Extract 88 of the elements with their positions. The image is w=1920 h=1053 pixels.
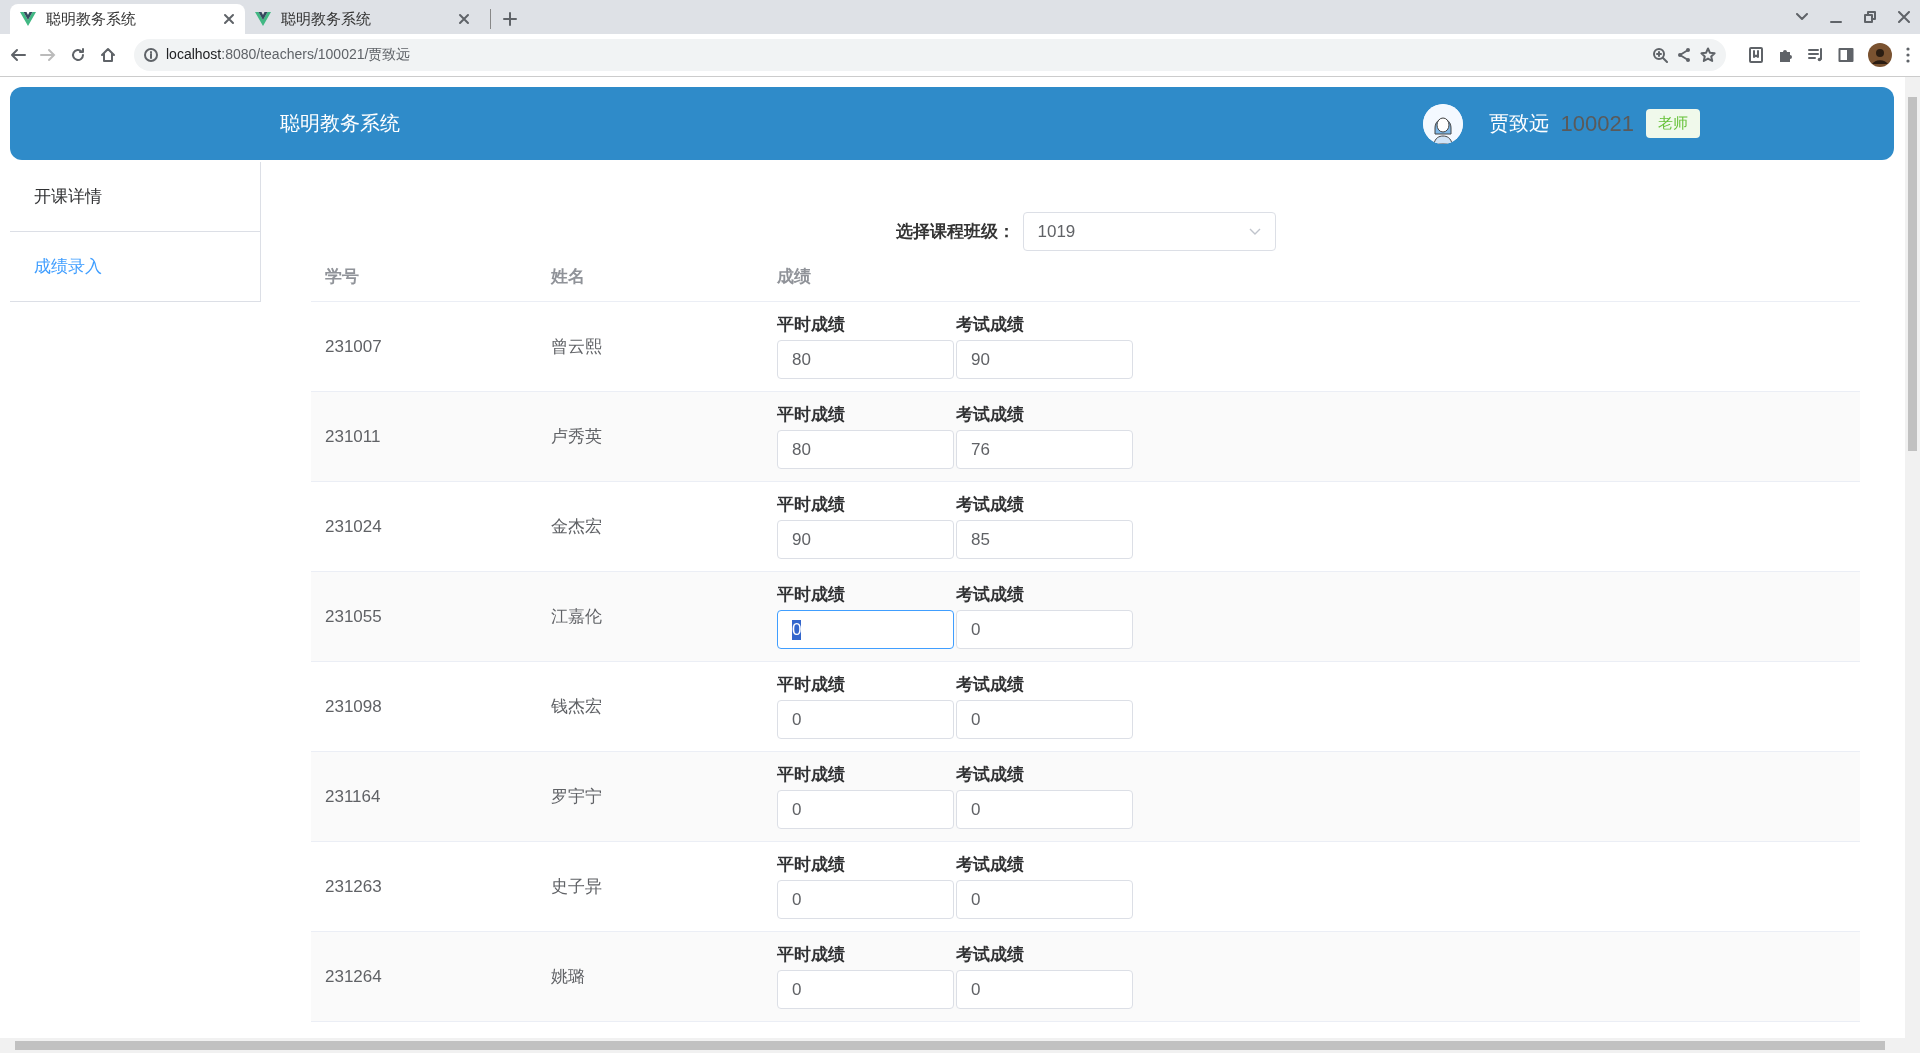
score-label: 平时成绩: [777, 494, 846, 516]
score-field[interactable]: 90: [956, 340, 1133, 379]
table-cell-text: 卢秀英: [551, 426, 603, 448]
table-cell-text: 231011: [325, 426, 382, 447]
more-icon[interactable]: [1906, 47, 1910, 63]
score-label: 考试成绩: [956, 674, 1025, 696]
score-label: 考试成绩: [956, 494, 1025, 516]
bookmark-icon[interactable]: [1748, 47, 1764, 63]
side-panel-icon[interactable]: [1838, 47, 1854, 63]
playlist-icon[interactable]: [1808, 47, 1824, 63]
score-field[interactable]: 0: [777, 700, 954, 739]
close-icon[interactable]: [458, 13, 470, 25]
puzzle-icon[interactable]: [1778, 47, 1794, 63]
plus-icon[interactable]: [503, 12, 517, 26]
profile-avatar-icon[interactable]: [1868, 43, 1892, 67]
score-field[interactable]: 0: [777, 610, 954, 649]
score-field[interactable]: 76: [956, 430, 1133, 469]
table-cell-text: 231024: [325, 516, 383, 537]
address-bar[interactable]: localhost:8080/teachers/100021/贾致远: [134, 39, 1726, 71]
forward-icon: [40, 47, 56, 63]
class-select[interactable]: 1019: [1022, 212, 1276, 251]
restore-icon[interactable]: [1864, 11, 1876, 23]
score-label: 考试成绩: [956, 314, 1025, 336]
score-field[interactable]: 0: [956, 610, 1133, 649]
role-tag: 老师: [1646, 109, 1700, 138]
column-header: 学号: [325, 265, 360, 288]
table-cell-text: 江嘉伦: [551, 606, 603, 628]
table-cell-text: 姚璐: [551, 966, 586, 988]
score-field[interactable]: 0: [956, 700, 1133, 739]
score-field[interactable]: 0: [956, 880, 1133, 919]
column-header: 姓名: [551, 265, 586, 288]
scrollbar-thumb[interactable]: [1908, 97, 1917, 451]
score-field[interactable]: 0: [956, 970, 1133, 1009]
table-cell-text: 231164: [325, 786, 382, 807]
table-cell-text: 231055: [325, 606, 383, 627]
score-field[interactable]: 80: [777, 430, 954, 469]
user-name: 贾致远: [1488, 111, 1549, 136]
score-label: 考试成绩: [956, 584, 1025, 606]
teacher-avatar-icon: [1422, 103, 1463, 144]
score-label: 平时成绩: [777, 674, 846, 696]
url-text: localhost:8080/teachers/100021/贾致远: [166, 46, 412, 64]
table-cell-text: 231264: [325, 966, 383, 987]
score-label: 考试成绩: [956, 854, 1025, 876]
table-cell-text: 钱杰宏: [551, 696, 603, 718]
browser-tab[interactable]: 聪明教务系统: [10, 4, 245, 34]
reload-icon[interactable]: [70, 47, 86, 63]
score-field[interactable]: 85: [956, 520, 1133, 559]
star-icon[interactable]: [1700, 47, 1716, 63]
table-cell-text: 罗宇宁: [551, 786, 603, 808]
vue-logo-icon: [20, 12, 36, 26]
score-label: 平时成绩: [777, 314, 846, 336]
score-field[interactable]: 0: [777, 790, 954, 829]
app-title: 聪明教务系统: [280, 111, 401, 136]
select-label: 选择课程班级：: [895, 221, 1015, 243]
home-icon[interactable]: [100, 47, 116, 63]
score-field[interactable]: 90: [777, 520, 954, 559]
table-cell-text: 231007: [325, 336, 383, 357]
score-label: 考试成绩: [956, 944, 1025, 966]
score-field[interactable]: 0: [956, 790, 1133, 829]
table-cell-text: 曾云熙: [551, 336, 603, 358]
zoom-icon[interactable]: [1652, 47, 1668, 63]
back-icon[interactable]: [10, 47, 26, 63]
score-field[interactable]: 0: [777, 880, 954, 919]
score-field[interactable]: 0: [777, 970, 954, 1009]
sidebar-item[interactable]: 开课详情: [10, 162, 260, 232]
table-cell-text: 231098: [325, 696, 383, 717]
user-id: 100021: [1560, 110, 1634, 137]
scrollbar-thumb[interactable]: [15, 1041, 1885, 1050]
close-icon[interactable]: [1898, 11, 1910, 23]
vue-logo-icon: [255, 12, 271, 26]
score-label: 考试成绩: [956, 404, 1025, 426]
info-icon: [144, 48, 158, 62]
browser-tab[interactable]: 聪明教务系统: [245, 4, 480, 34]
chevron-down-icon: [1248, 227, 1261, 236]
score-label: 平时成绩: [777, 944, 846, 966]
score-label: 平时成绩: [777, 764, 846, 786]
score-label: 平时成绩: [777, 584, 846, 606]
chevron-down-icon[interactable]: [1796, 13, 1808, 21]
share-icon[interactable]: [1676, 47, 1692, 63]
table-cell-text: 231263: [325, 876, 383, 897]
score-label: 平时成绩: [777, 404, 846, 426]
table-cell-text: 史子异: [551, 876, 603, 898]
score-label: 考试成绩: [956, 764, 1025, 786]
close-icon[interactable]: [223, 13, 235, 25]
table-cell-text: 金杰宏: [551, 516, 603, 538]
column-header: 成绩: [777, 265, 811, 288]
score-label: 平时成绩: [777, 854, 846, 876]
score-field[interactable]: 80: [777, 340, 954, 379]
